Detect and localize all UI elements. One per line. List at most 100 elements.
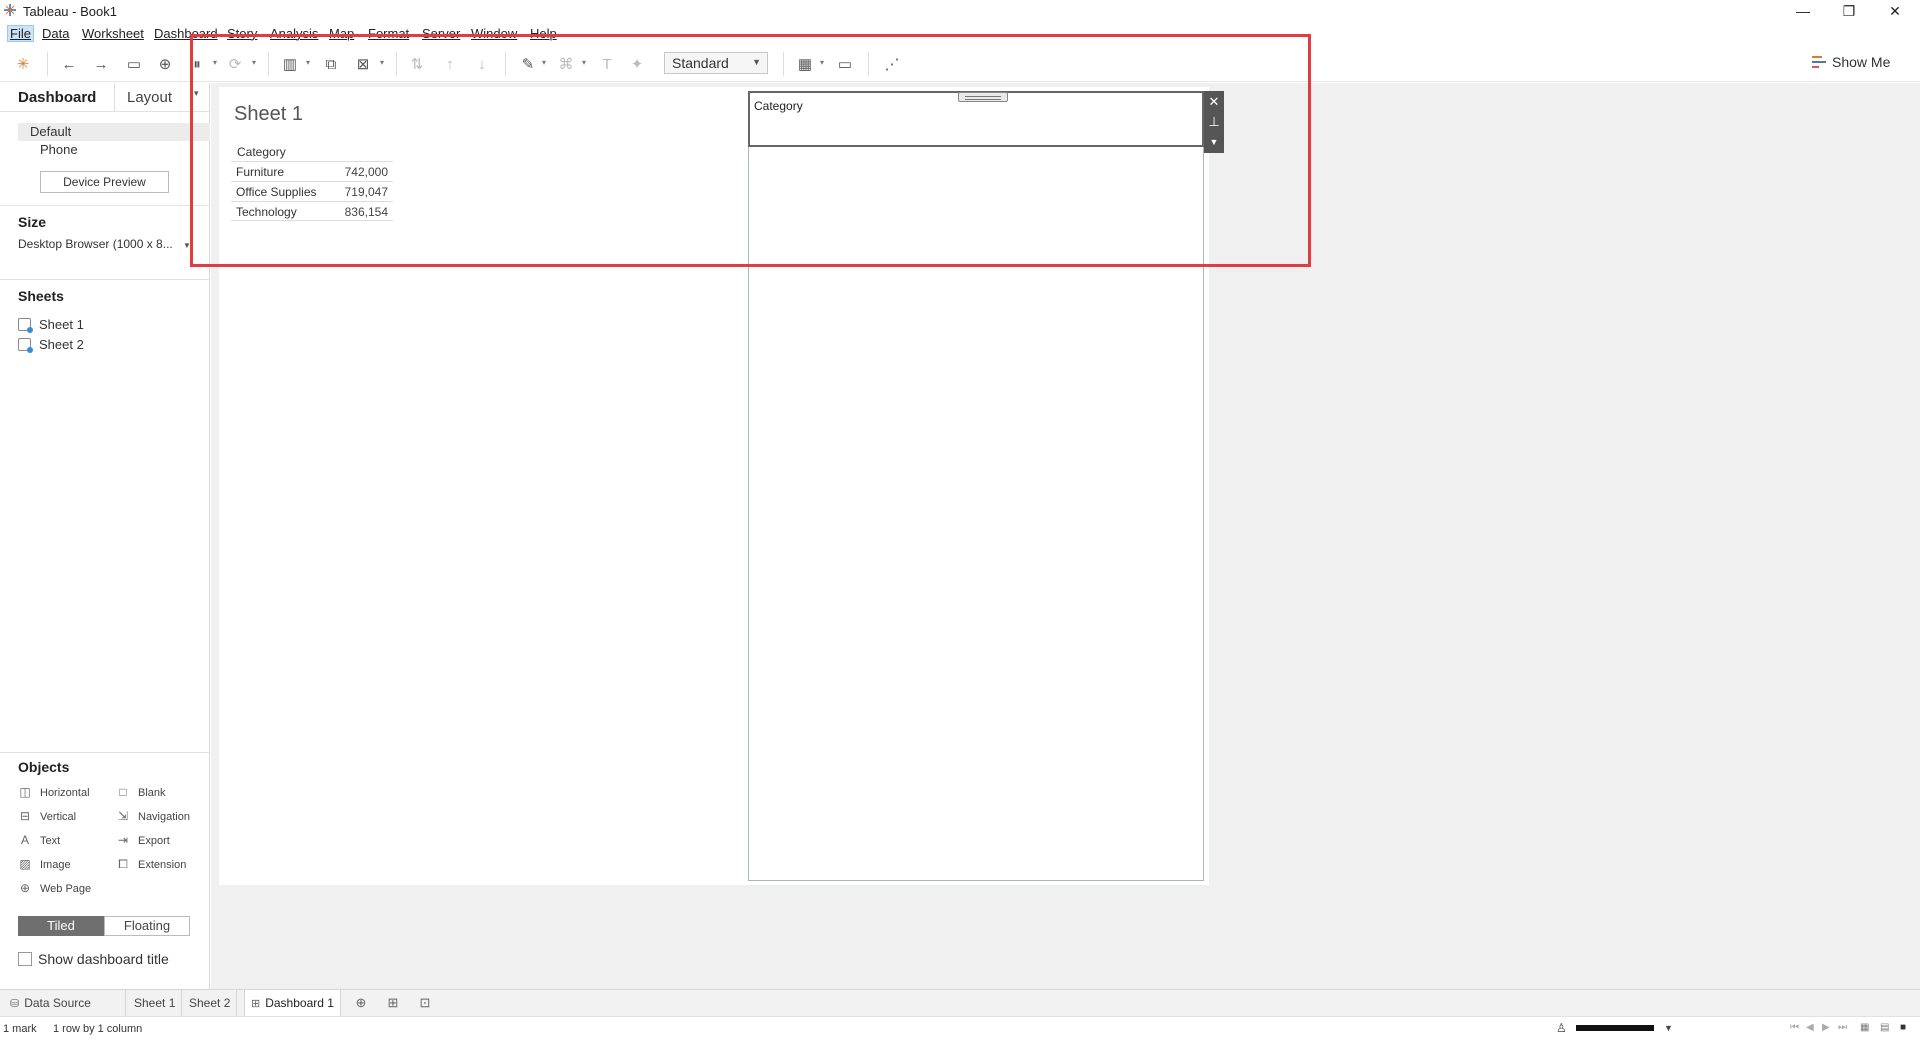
highlight-dropdown-icon[interactable]: ▾: [542, 58, 546, 67]
table-row[interactable]: Office Supplies 719,047: [231, 181, 393, 201]
menu-help[interactable]: Help: [530, 26, 557, 41]
menu-data[interactable]: Data: [42, 26, 69, 41]
previous-sheet-icon[interactable]: ◀: [1806, 1022, 1814, 1033]
show-me-button[interactable]: Show Me: [1812, 54, 1890, 70]
clear-sheet-icon[interactable]: ⊠: [353, 54, 373, 74]
menu-server[interactable]: Server: [422, 26, 460, 41]
object-text[interactable]: A Text: [18, 833, 60, 847]
show-cards-icon[interactable]: ▦: [795, 54, 815, 74]
next-sheet-icon[interactable]: ▶: [1822, 1022, 1830, 1033]
clear-sheet-dropdown-icon[interactable]: ▾: [380, 58, 384, 67]
redo-icon[interactable]: →: [91, 54, 111, 74]
tab-sheet2[interactable]: Sheet 2: [183, 990, 238, 1017]
more-options-chevron-icon[interactable]: ▼: [1204, 132, 1224, 152]
object-web-page[interactable]: ⊕ Web Page: [18, 881, 91, 895]
menu-window[interactable]: Window: [471, 26, 517, 41]
group-members-icon[interactable]: ⌘: [556, 54, 576, 74]
save-icon[interactable]: ▭: [124, 54, 144, 74]
category-column-header[interactable]: Category: [237, 145, 286, 159]
duplicate-sheet-icon[interactable]: ⧉: [321, 54, 341, 74]
object-export[interactable]: ⇥ Export: [116, 833, 170, 847]
rows-columns-count: 1 row by 1 column: [53, 1023, 143, 1035]
device-preview-button[interactable]: Device Preview: [40, 171, 169, 193]
sheet2-zone[interactable]: [748, 91, 1204, 881]
last-sheet-icon[interactable]: ⏭: [1838, 1022, 1847, 1033]
new-dashboard-tab-icon[interactable]: ⊞: [384, 995, 402, 1013]
sort-ascending-icon[interactable]: ↑: [440, 54, 460, 74]
object-extension[interactable]: ⧠ Extension: [116, 857, 186, 872]
fit-dropdown[interactable]: Standard ▼: [664, 52, 768, 74]
user-menu[interactable]: ♙ ▼: [1556, 1021, 1676, 1037]
show-tabs-icon[interactable]: ■: [1900, 1022, 1906, 1033]
collapse-pane-icon[interactable]: ▾: [194, 88, 199, 99]
chevron-down-icon[interactable]: ▼: [183, 241, 191, 250]
pause-updates-icon[interactable]: ⏸: [187, 54, 207, 74]
menu-format[interactable]: Format: [368, 26, 409, 41]
refresh-dropdown-icon[interactable]: ▾: [252, 58, 256, 67]
new-worksheet-tab-icon[interactable]: ⊕: [352, 995, 370, 1013]
pause-updates-dropdown-icon[interactable]: ▾: [213, 58, 217, 67]
object-navigation[interactable]: ⇲ Navigation: [116, 809, 190, 823]
text-object-icon: A: [20, 833, 29, 847]
show-sheet-sorter-icon[interactable]: ▦: [1860, 1022, 1869, 1033]
fit-value: Standard: [672, 55, 729, 71]
menu-analysis[interactable]: Analysis: [270, 26, 318, 41]
sort-descending-icon[interactable]: ↓: [472, 54, 492, 74]
device-phone[interactable]: Phone: [40, 142, 78, 157]
show-cards-dropdown-icon[interactable]: ▾: [820, 58, 824, 67]
export-object-icon: ⇥: [117, 833, 129, 847]
undo-icon[interactable]: ←: [59, 54, 79, 74]
worksheet-icon: [18, 338, 33, 353]
tab-label: Dashboard 1: [265, 996, 334, 1010]
close-icon[interactable]: ✕: [1204, 92, 1224, 112]
tab-sheet1[interactable]: Sheet 1: [128, 990, 183, 1017]
dashboard-area[interactable]: Sheet 1 Category Furniture 742,000 Office…: [219, 87, 1224, 885]
new-worksheet-dropdown-icon[interactable]: ▾: [306, 58, 310, 67]
menu-dashboard[interactable]: Dashboard: [154, 26, 218, 41]
refresh-icon[interactable]: ⟳: [225, 54, 245, 74]
table-row[interactable]: Furniture 742,000: [231, 161, 393, 181]
minimize-button[interactable]: —: [1780, 0, 1826, 22]
new-story-tab-icon[interactable]: ⊡: [416, 995, 434, 1013]
menu-worksheet[interactable]: Worksheet: [82, 26, 144, 41]
close-window-button[interactable]: ✕: [1872, 0, 1918, 22]
tiled-toggle[interactable]: Tiled: [18, 916, 104, 936]
drag-handle[interactable]: [958, 92, 1008, 102]
new-data-source-icon[interactable]: ⊕: [155, 54, 175, 74]
show-filmstrip-icon[interactable]: ▤: [1880, 1022, 1889, 1033]
tab-dashboard[interactable]: Dashboard: [18, 89, 96, 106]
table-row[interactable]: Technology 836,154: [231, 201, 393, 221]
fix-axes-icon[interactable]: ✦: [627, 54, 647, 74]
tab-label: Sheet 1: [134, 996, 176, 1010]
category-filter-card[interactable]: Category: [748, 91, 1204, 147]
menu-map[interactable]: Map: [329, 26, 354, 41]
first-sheet-icon[interactable]: ⏮: [1790, 1022, 1799, 1033]
menu-story[interactable]: Story: [227, 26, 257, 41]
tab-data-source[interactable]: ⛁ Data Source: [0, 990, 126, 1017]
object-image[interactable]: ▨ Image: [18, 857, 70, 871]
highlight-icon[interactable]: ✎: [518, 54, 538, 74]
object-blank[interactable]: □ Blank: [116, 785, 165, 799]
presentation-mode-icon[interactable]: ▭: [835, 54, 855, 74]
show-dashboard-title-checkbox[interactable]: Show dashboard title: [18, 951, 169, 967]
floating-toggle[interactable]: Floating: [104, 916, 190, 936]
sheet-list-item[interactable]: Sheet 1: [18, 317, 84, 333]
new-worksheet-icon[interactable]: ▥: [280, 54, 300, 74]
object-vertical[interactable]: ⊟ Vertical: [18, 809, 76, 823]
tab-dashboard1[interactable]: ⊞ Dashboard 1: [244, 990, 341, 1017]
menu-file[interactable]: File: [7, 25, 34, 42]
group-dropdown-icon[interactable]: ▾: [582, 58, 586, 67]
chevron-down-icon[interactable]: ▼: [1664, 1023, 1673, 1033]
tableau-home-icon[interactable]: ✳: [13, 54, 33, 74]
share-icon[interactable]: ⋰: [882, 54, 902, 74]
device-default-row[interactable]: Default: [18, 123, 210, 141]
sheet-list-item[interactable]: Sheet 2: [18, 337, 84, 353]
show-mark-labels-icon[interactable]: T: [597, 54, 617, 74]
pin-icon[interactable]: ⊥: [1204, 112, 1224, 132]
object-horizontal[interactable]: ◫ Horizontal: [18, 785, 89, 799]
tab-layout[interactable]: Layout: [127, 89, 172, 106]
restore-button[interactable]: ❐: [1826, 0, 1872, 22]
size-dropdown[interactable]: Desktop Browser (1000 x 8...: [18, 237, 190, 251]
sheet1-title[interactable]: Sheet 1: [234, 103, 303, 126]
swap-rows-columns-icon[interactable]: ⇅: [407, 54, 427, 74]
